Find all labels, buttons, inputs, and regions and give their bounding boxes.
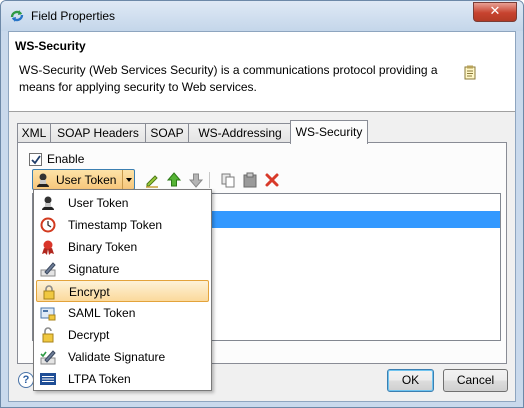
dropdown-item-label: Validate Signature: [68, 350, 166, 364]
dropdown-item-label: LTPA Token: [68, 372, 131, 386]
unlock-icon: [42, 327, 54, 343]
pen-icon: [40, 262, 56, 277]
dropdown-item-label: SAML Token: [68, 306, 136, 320]
close-icon: ✕: [489, 4, 501, 19]
tab-ws-addressing[interactable]: WS-Addressing: [188, 123, 292, 143]
tab-ws-security[interactable]: WS-Security: [290, 120, 368, 144]
dropdown-item-ltpa-token[interactable]: LTPA Token: [36, 368, 209, 390]
clock-icon: [40, 217, 56, 233]
user-token-icon: [37, 173, 49, 187]
dropdown-item-label: User Token: [68, 196, 129, 210]
toolbar-separator: [209, 172, 210, 188]
dropdown-item-encrypt[interactable]: Encrypt: [36, 280, 209, 302]
token-type-dropdown[interactable]: User Token Timestamp Token Binary Token …: [33, 189, 212, 391]
enable-checkbox[interactable]: [29, 153, 42, 166]
field-properties-dialog: Field Properties ✕ WS-Security WS-Securi…: [0, 0, 524, 408]
user-token-icon: [42, 196, 54, 210]
ok-button[interactable]: OK: [387, 369, 434, 392]
dropdown-item-label: Signature: [68, 262, 120, 276]
dropdown-item-signature[interactable]: Signature: [36, 258, 209, 280]
close-button[interactable]: ✕: [473, 2, 517, 22]
paste-icon[interactable]: [242, 172, 258, 188]
chevron-down-icon[interactable]: [122, 170, 134, 189]
tab-xml[interactable]: XML: [17, 123, 51, 143]
header-panel: WS-Security WS-Security (Web Services Se…: [9, 32, 515, 112]
checkmark-icon: [31, 155, 41, 165]
dropdown-item-user-token[interactable]: User Token: [36, 192, 209, 214]
note-icon[interactable]: [462, 65, 478, 81]
dropdown-item-label: Timestamp Token: [68, 218, 163, 232]
tab-soap-headers[interactable]: SOAP Headers: [50, 123, 146, 143]
section-title: WS-Security: [15, 39, 86, 53]
dropdown-item-decrypt[interactable]: Decrypt: [36, 324, 209, 346]
token-type-value: User Token: [56, 173, 117, 187]
window-title: Field Properties: [31, 9, 116, 23]
dropdown-item-saml-token[interactable]: SAML Token: [36, 302, 209, 324]
help-icon[interactable]: ?: [18, 372, 34, 388]
token-type-combo[interactable]: User Token: [32, 169, 135, 190]
dropdown-item-validate-signature[interactable]: Validate Signature: [36, 346, 209, 368]
move-down-icon[interactable]: [188, 172, 204, 188]
move-up-icon[interactable]: [166, 172, 182, 188]
lock-icon: [43, 285, 55, 300]
ribbon-icon: [42, 240, 54, 255]
cancel-button[interactable]: Cancel: [443, 369, 508, 392]
dropdown-item-label: Binary Token: [68, 240, 138, 254]
tab-soap[interactable]: SOAP: [145, 123, 189, 143]
enable-label: Enable: [47, 152, 85, 166]
dropdown-item-label: Encrypt: [69, 285, 110, 299]
ibm-logo-icon: [40, 373, 56, 385]
app-refresh-icon: [10, 10, 24, 22]
copy-icon[interactable]: [220, 172, 236, 188]
saml-card-icon: [40, 307, 56, 321]
pen-check-icon: [40, 350, 56, 365]
delete-icon[interactable]: [264, 172, 280, 188]
dropdown-item-timestamp-token[interactable]: Timestamp Token: [36, 214, 209, 236]
title-bar[interactable]: Field Properties ✕: [1, 1, 523, 31]
dropdown-item-label: Decrypt: [68, 328, 110, 342]
dropdown-item-binary-token[interactable]: Binary Token: [36, 236, 209, 258]
section-description: WS-Security (Web Services Security) is a…: [19, 63, 438, 94]
edit-icon[interactable]: [144, 172, 160, 188]
